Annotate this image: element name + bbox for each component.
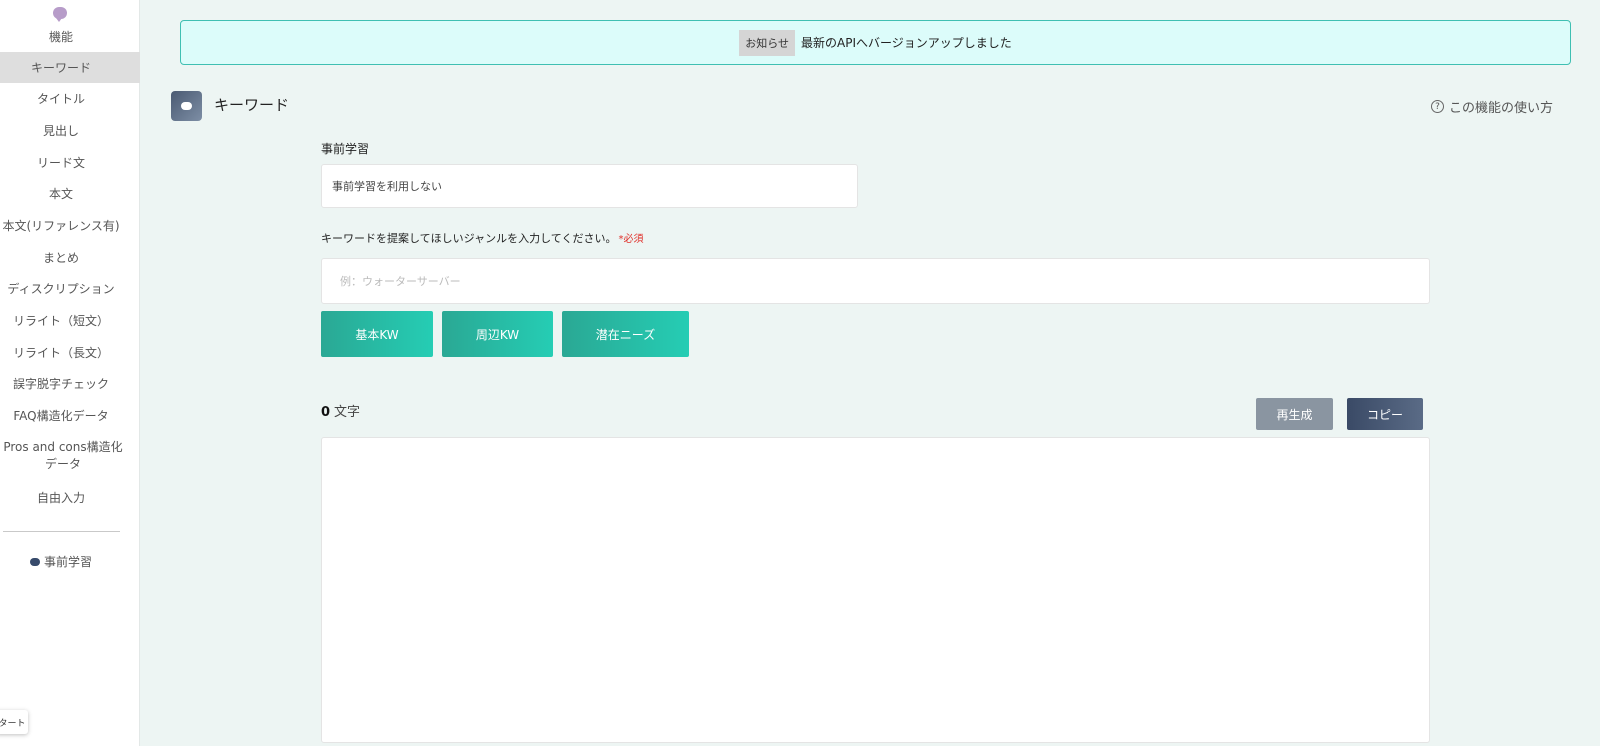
sidebar-item-rewrite-long[interactable]: リライト（長文） (0, 337, 140, 368)
keyword-page-icon (171, 91, 202, 121)
char-count-value: 0 (321, 405, 331, 420)
sidebar: 機能 キーワード タイトル 見出し リード文 本文 本文(リファレンス有) まと… (0, 0, 140, 746)
pretrain-label: 事前学習 (321, 142, 370, 156)
notice-badge: お知らせ (739, 29, 796, 56)
sidebar-item-rewrite-short[interactable]: リライト（短文） (0, 305, 140, 336)
sidebar-item-pretraining[interactable]: 事前学習 (0, 553, 122, 570)
output-area[interactable] (321, 437, 1430, 743)
copy-button[interactable]: コピー (1347, 398, 1423, 430)
char-count: 0 文字 (321, 401, 360, 420)
help-link[interactable]: ? この機能の使い方 (1431, 97, 1553, 116)
related-kw-button[interactable]: 周辺KW (442, 311, 553, 357)
notice-banner: お知らせ 最新のAPIへバージョンアップしました (180, 20, 1571, 65)
sidebar-item-summary[interactable]: まとめ (0, 242, 140, 273)
sidebar-divider (3, 531, 120, 532)
genre-input[interactable] (321, 258, 1430, 304)
sidebar-item-title[interactable]: タイトル (0, 83, 140, 114)
required-mark: *必須 (618, 234, 644, 245)
sidebar-item-body-reference[interactable]: 本文(リファレンス有) (0, 210, 140, 241)
sidebar-item-lead[interactable]: リード文 (0, 147, 140, 178)
sidebar-section-label: 機能 (48, 30, 73, 44)
sidebar-item-description[interactable]: ディスクリプション (0, 273, 140, 304)
genre-label-text: キーワードを提案してほしいジャンルを入力してください。 (321, 232, 617, 245)
basic-kw-button[interactable]: 基本KW (321, 311, 433, 357)
sidebar-item-body[interactable]: 本文 (0, 178, 140, 209)
question-circle-icon: ? (1431, 100, 1444, 113)
regenerate-button[interactable]: 再生成 (1256, 398, 1333, 430)
latent-needs-button[interactable]: 潜在ニーズ (562, 311, 689, 357)
sidebar-item-typo-check[interactable]: 誤字脱字チェック (0, 368, 140, 399)
chat-bubble-icon (181, 102, 192, 110)
notice-text: 最新のAPIへバージョンアップしました (801, 36, 1012, 50)
sidebar-item-pretraining-label: 事前学習 (43, 555, 92, 569)
sidebar-item-free-input[interactable]: 自由入力 (0, 482, 140, 513)
char-count-unit: 文字 (334, 405, 361, 420)
start-chip[interactable]: タート (0, 710, 28, 734)
sidebar-item-heading[interactable]: 見出し (0, 115, 140, 146)
sidebar-item-faq-structured[interactable]: FAQ構造化データ (0, 400, 140, 431)
help-link-label: この機能の使い方 (1449, 101, 1554, 116)
sidebar-item-keyword[interactable]: キーワード (0, 52, 140, 83)
sidebar-item-pros-cons-structured[interactable]: Pros and cons構造化データ (0, 436, 140, 476)
page-title: キーワード (214, 96, 290, 114)
pretrain-select[interactable]: 事前学習を利用しない (321, 164, 858, 208)
chat-bubble-icon (53, 7, 67, 22)
genre-label: キーワードを提案してほしいジャンルを入力してください。 *必須 (321, 230, 643, 246)
chat-bubble-icon (29, 558, 40, 566)
